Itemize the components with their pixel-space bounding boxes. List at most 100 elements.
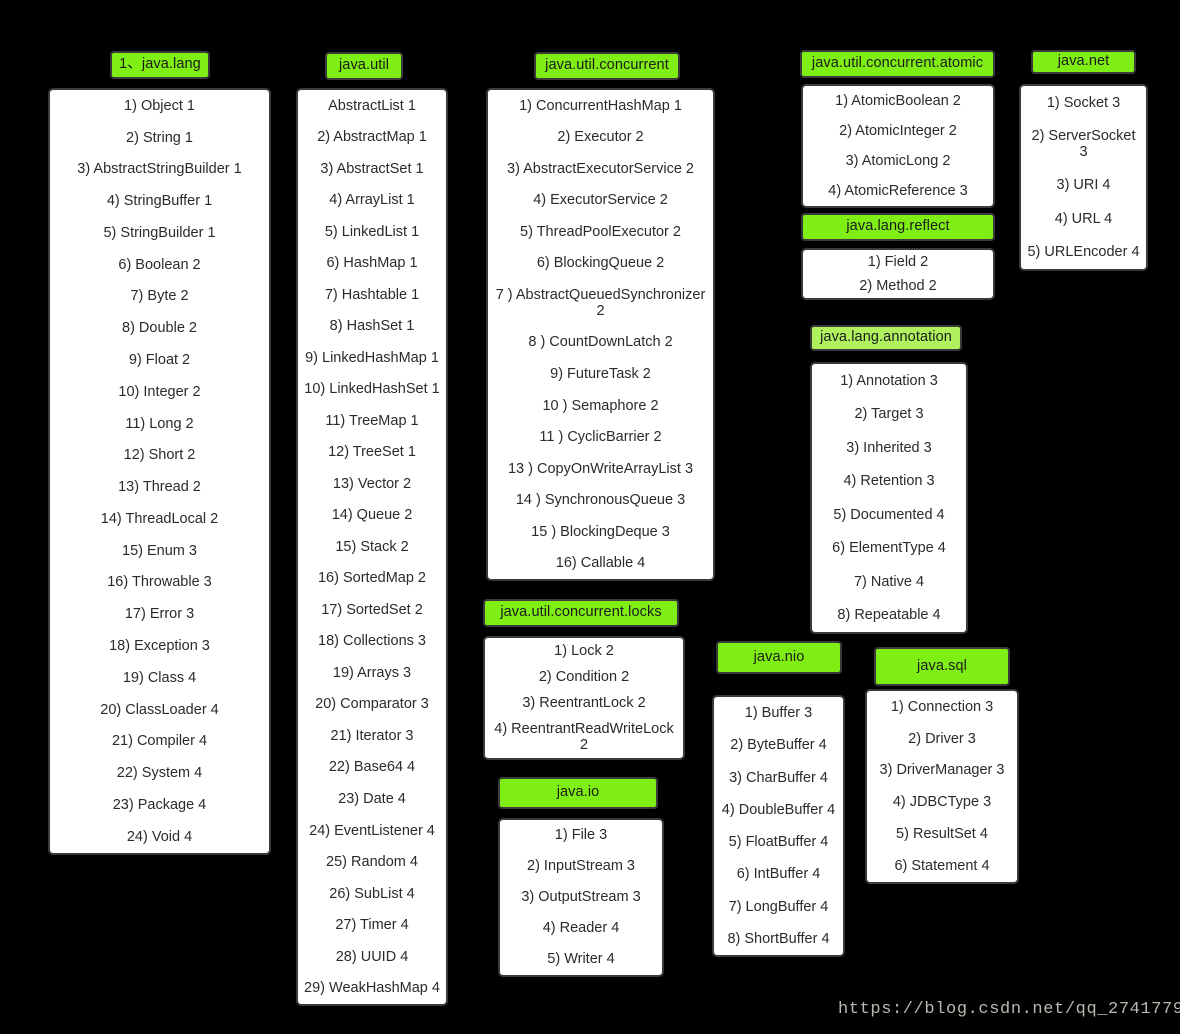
list-item[interactable]: 2) Target 3 xyxy=(812,406,966,422)
list-item[interactable]: 1) Buffer 3 xyxy=(714,705,843,721)
package-header-java-util[interactable]: java.util xyxy=(325,52,403,80)
list-item[interactable]: 4) DoubleBuffer 4 xyxy=(714,802,843,818)
list-item[interactable]: 27) Timer 4 xyxy=(298,917,446,933)
list-item[interactable]: 10) Integer 2 xyxy=(50,384,269,400)
list-item[interactable]: 8) ShortBuffer 4 xyxy=(714,931,843,947)
package-header-java-lang[interactable]: 1、java.lang xyxy=(110,51,210,79)
list-item[interactable]: 3) AbstractSet 1 xyxy=(298,161,446,177)
list-item[interactable]: 4) AtomicReference 3 xyxy=(803,183,993,199)
list-item[interactable]: 2) Executor 2 xyxy=(488,129,713,145)
list-item[interactable]: 12) Short 2 xyxy=(50,447,269,463)
list-item[interactable]: 2) ByteBuffer 4 xyxy=(714,737,843,753)
list-item[interactable]: 1) Socket 3 xyxy=(1021,95,1146,111)
list-item[interactable]: 11 ) CyclicBarrier 2 xyxy=(488,429,713,445)
list-item[interactable]: 4) JDBCType 3 xyxy=(867,794,1017,810)
list-item[interactable]: 19) Arrays 3 xyxy=(298,665,446,681)
list-item[interactable]: 19) Class 4 xyxy=(50,670,269,686)
list-item[interactable]: 2) Method 2 xyxy=(803,278,993,294)
list-item[interactable]: 24) Void 4 xyxy=(50,829,269,845)
list-item[interactable]: 21) Compiler 4 xyxy=(50,733,269,749)
list-item[interactable]: 10 ) Semaphore 2 xyxy=(488,398,713,414)
list-item[interactable]: 3) DriverManager 3 xyxy=(867,762,1017,778)
list-item[interactable]: 1) Annotation 3 xyxy=(812,373,966,389)
list-item[interactable]: 11) Long 2 xyxy=(50,416,269,432)
list-item[interactable]: 1) Object 1 xyxy=(50,98,269,114)
package-header-java-util-concurrent-locks[interactable]: java.util.concurrent.locks xyxy=(483,599,679,627)
list-item[interactable]: 4) URL 4 xyxy=(1021,211,1146,227)
list-item[interactable]: 14) Queue 2 xyxy=(298,507,446,523)
list-item[interactable]: 5) LinkedList 1 xyxy=(298,224,446,240)
list-item[interactable]: 2) String 1 xyxy=(50,130,269,146)
list-item[interactable]: 18) Collections 3 xyxy=(298,633,446,649)
package-header-java-io[interactable]: java.io xyxy=(498,777,658,809)
list-item[interactable]: 16) Throwable 3 xyxy=(50,574,269,590)
list-item[interactable]: 7) LongBuffer 4 xyxy=(714,899,843,915)
list-item[interactable]: 2) AtomicInteger 2 xyxy=(803,123,993,139)
list-item[interactable]: 4) Retention 3 xyxy=(812,473,966,489)
list-item[interactable]: 3) AbstractStringBuilder 1 xyxy=(50,161,269,177)
list-item[interactable]: 15) Enum 3 xyxy=(50,543,269,559)
list-item[interactable]: 26) SubList 4 xyxy=(298,886,446,902)
list-item[interactable]: 5) FloatBuffer 4 xyxy=(714,834,843,850)
list-item[interactable]: 1) Lock 2 xyxy=(485,643,683,659)
list-item[interactable]: 6) Boolean 2 xyxy=(50,257,269,273)
list-item[interactable]: 6) ElementType 4 xyxy=(812,540,966,556)
list-item[interactable]: 6) Statement 4 xyxy=(867,858,1017,874)
list-item[interactable]: 5) ThreadPoolExecutor 2 xyxy=(488,224,713,240)
package-header-java-util-concurrent-atomic[interactable]: java.util.concurrent.atomic xyxy=(800,50,995,78)
list-item[interactable]: 9) LinkedHashMap 1 xyxy=(298,350,446,366)
list-item[interactable]: 6) HashMap 1 xyxy=(298,255,446,271)
package-header-java-lang-reflect[interactable]: java.lang.reflect xyxy=(801,213,995,241)
list-item[interactable]: 4) ExecutorService 2 xyxy=(488,192,713,208)
list-item[interactable]: 6) BlockingQueue 2 xyxy=(488,255,713,271)
list-item[interactable]: AbstractList 1 xyxy=(298,98,446,114)
list-item[interactable]: 2) Driver 3 xyxy=(867,731,1017,747)
list-item[interactable]: 13) Vector 2 xyxy=(298,476,446,492)
list-item[interactable]: 11) TreeMap 1 xyxy=(298,413,446,429)
list-item[interactable]: 2) InputStream 3 xyxy=(500,858,662,874)
list-item[interactable]: 28) UUID 4 xyxy=(298,949,446,965)
list-item[interactable]: 1) Field 2 xyxy=(803,254,993,270)
list-item[interactable]: 4) Reader 4 xyxy=(500,920,662,936)
list-item[interactable]: 4) ReentrantReadWriteLock 2 xyxy=(485,721,683,753)
list-item[interactable]: 3) AbstractExecutorService 2 xyxy=(488,161,713,177)
list-item[interactable]: 3) ReentrantLock 2 xyxy=(485,695,683,711)
list-item[interactable]: 23) Package 4 xyxy=(50,797,269,813)
list-item[interactable]: 5) StringBuilder 1 xyxy=(50,225,269,241)
list-item[interactable]: 1) AtomicBoolean 2 xyxy=(803,93,993,109)
package-header-java-net[interactable]: java.net xyxy=(1031,50,1136,74)
list-item[interactable]: 12) TreeSet 1 xyxy=(298,444,446,460)
list-item[interactable]: 22) Base64 4 xyxy=(298,759,446,775)
list-item[interactable]: 3) AtomicLong 2 xyxy=(803,153,993,169)
list-item[interactable]: 8 ) CountDownLatch 2 xyxy=(488,334,713,350)
list-item[interactable]: 8) HashSet 1 xyxy=(298,318,446,334)
package-header-java-nio[interactable]: java.nio xyxy=(716,641,842,674)
list-item[interactable]: 20) Comparator 3 xyxy=(298,696,446,712)
list-item[interactable]: 13) Thread 2 xyxy=(50,479,269,495)
list-item[interactable]: 1) File 3 xyxy=(500,827,662,843)
list-item[interactable]: 7 ) AbstractQueuedSynchronizer 2 xyxy=(488,287,713,319)
list-item[interactable]: 3) URI 4 xyxy=(1021,177,1146,193)
list-item[interactable]: 2) ServerSocket 3 xyxy=(1021,128,1146,160)
list-item[interactable]: 4) StringBuffer 1 xyxy=(50,193,269,209)
list-item[interactable]: 3) OutputStream 3 xyxy=(500,889,662,905)
list-item[interactable]: 4) ArrayList 1 xyxy=(298,192,446,208)
list-item[interactable]: 7) Native 4 xyxy=(812,574,966,590)
list-item[interactable]: 8) Repeatable 4 xyxy=(812,607,966,623)
list-item[interactable]: 10) LinkedHashSet 1 xyxy=(298,381,446,397)
list-item[interactable]: 29) WeakHashMap 4 xyxy=(298,980,446,996)
list-item[interactable]: 5) ResultSet 4 xyxy=(867,826,1017,842)
list-item[interactable]: 8) Double 2 xyxy=(50,320,269,336)
list-item[interactable]: 1) Connection 3 xyxy=(867,699,1017,715)
list-item[interactable]: 23) Date 4 xyxy=(298,791,446,807)
list-item[interactable]: 9) Float 2 xyxy=(50,352,269,368)
list-item[interactable]: 1) ConcurrentHashMap 1 xyxy=(488,98,713,114)
list-item[interactable]: 16) Callable 4 xyxy=(488,555,713,571)
list-item[interactable]: 6) IntBuffer 4 xyxy=(714,866,843,882)
list-item[interactable]: 5) Writer 4 xyxy=(500,951,662,967)
list-item[interactable]: 15) Stack 2 xyxy=(298,539,446,555)
list-item[interactable]: 7) Byte 2 xyxy=(50,288,269,304)
list-item[interactable]: 15 ) BlockingDeque 3 xyxy=(488,524,713,540)
list-item[interactable]: 5) Documented 4 xyxy=(812,507,966,523)
list-item[interactable]: 9) FutureTask 2 xyxy=(488,366,713,382)
